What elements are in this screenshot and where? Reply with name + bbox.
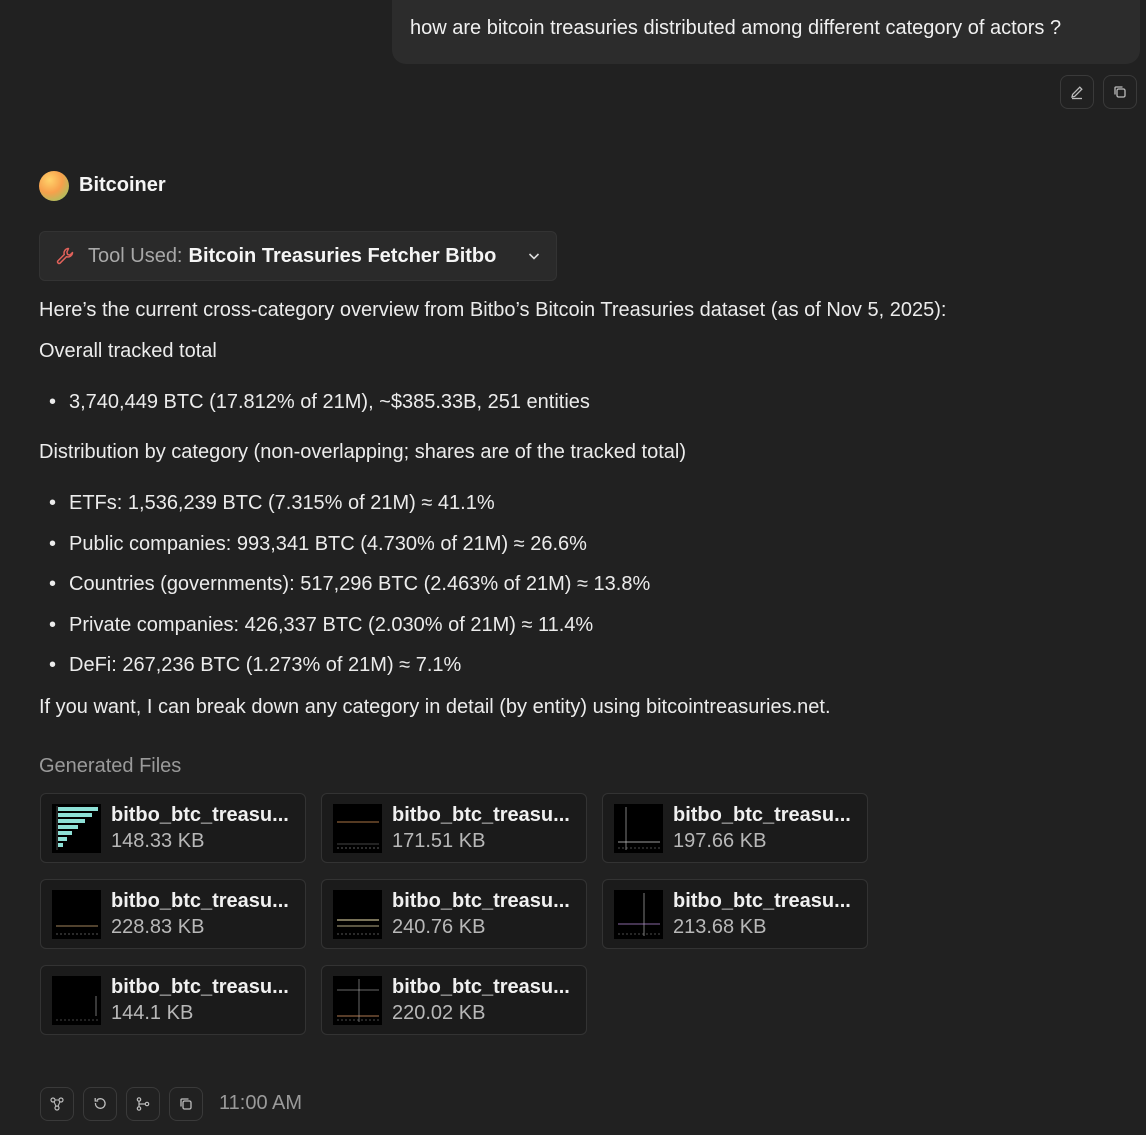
response-intro: Here’s the current cross-category overvi… [39, 299, 947, 321]
distribution-heading: Distribution by category (non-overlappin… [39, 441, 687, 463]
user-message-bubble: how are bitcoin treasuries distributed a… [392, 0, 1140, 64]
user-message-text: how are bitcoin treasuries distributed a… [410, 17, 1062, 39]
file-thumbnail [333, 804, 382, 853]
overall-list-item: 3,740,449 BTC (17.812% of 21M), ~$385.33… [49, 391, 590, 414]
file-thumbnail [52, 976, 101, 1025]
file-thumbnail [333, 976, 382, 1025]
assistant-header: Bitcoiner [39, 170, 166, 201]
generated-files-title: Generated Files [39, 755, 182, 777]
assistant-name: Bitcoiner [79, 174, 166, 196]
file-card[interactable]: bitbo_btc_treasu... 213.68 KB [602, 879, 868, 949]
file-name: bitbo_btc_treasu... [673, 804, 851, 826]
file-size: 240.76 KB [392, 916, 486, 938]
regenerate-button[interactable] [83, 1087, 117, 1121]
file-size: 148.33 KB [111, 830, 205, 852]
file-card[interactable]: bitbo_btc_treasu... 220.02 KB [321, 965, 587, 1035]
branch-icon [136, 1097, 150, 1111]
share-nodes-icon [50, 1097, 64, 1111]
copy-message-button[interactable] [1103, 75, 1137, 109]
share-button[interactable] [40, 1087, 74, 1121]
file-size: 144.1 KB [111, 1002, 194, 1024]
tool-used-toggle[interactable]: Tool Used: Bitcoin Treasuries Fetcher Bi… [39, 231, 557, 281]
wrench-icon [56, 247, 74, 265]
distribution-item-private-companies: Private companies: 426,337 BTC (2.030% o… [49, 614, 593, 637]
tool-name: Bitcoin Treasuries Fetcher Bitbo [188, 244, 497, 267]
distribution-item-countries: Countries (governments): 517,296 BTC (2.… [49, 573, 650, 596]
branch-button[interactable] [126, 1087, 160, 1121]
file-size: 171.51 KB [392, 830, 486, 852]
chevron-down-icon [528, 253, 540, 260]
file-size: 220.02 KB [392, 1002, 486, 1024]
file-name: bitbo_btc_treasu... [111, 976, 289, 998]
file-card[interactable]: bitbo_btc_treasu... 197.66 KB [602, 793, 868, 863]
response-closing: If you want, I can break down any catego… [39, 696, 831, 718]
file-size: 228.83 KB [111, 916, 205, 938]
file-size: 213.68 KB [673, 916, 767, 938]
regenerate-icon [94, 1098, 106, 1109]
file-name: bitbo_btc_treasu... [111, 804, 289, 826]
message-timestamp: 11:00 AM [219, 1092, 303, 1114]
distribution-item-public-companies: Public companies: 993,341 BTC (4.730% of… [49, 533, 587, 556]
distribution-item-defi: DeFi: 267,236 BTC (1.273% of 21M) ≈ 7.1% [49, 654, 461, 677]
file-size: 197.66 KB [673, 830, 767, 852]
file-thumbnail [614, 890, 663, 939]
file-thumbnail [333, 890, 382, 939]
copy-icon [180, 1098, 192, 1110]
overall-heading: Overall tracked total [39, 340, 217, 362]
copy-response-button[interactable] [169, 1087, 203, 1121]
file-name: bitbo_btc_treasu... [111, 890, 289, 912]
file-card[interactable]: bitbo_btc_treasu... 228.83 KB [40, 879, 306, 949]
file-thumbnail [614, 804, 663, 853]
file-name: bitbo_btc_treasu... [392, 804, 570, 826]
assistant-avatar [39, 170, 69, 201]
file-card[interactable]: bitbo_btc_treasu... 171.51 KB [321, 793, 587, 863]
file-card[interactable]: bitbo_btc_treasu... 144.1 KB [40, 965, 306, 1035]
edit-message-button[interactable] [1060, 75, 1094, 109]
file-thumbnail [52, 804, 101, 853]
file-name: bitbo_btc_treasu... [392, 890, 570, 912]
distribution-item-etfs: ETFs: 1,536,239 BTC (7.315% of 21M) ≈ 41… [49, 492, 495, 515]
file-card[interactable]: bitbo_btc_treasu... 148.33 KB [40, 793, 306, 863]
file-name: bitbo_btc_treasu... [392, 976, 570, 998]
edit-icon [1071, 86, 1083, 100]
copy-icon [1114, 86, 1126, 98]
file-thumbnail [52, 890, 101, 939]
file-name: bitbo_btc_treasu... [673, 890, 851, 912]
file-card[interactable]: bitbo_btc_treasu... 240.76 KB [321, 879, 587, 949]
tool-used-label: Tool Used: [88, 244, 183, 267]
